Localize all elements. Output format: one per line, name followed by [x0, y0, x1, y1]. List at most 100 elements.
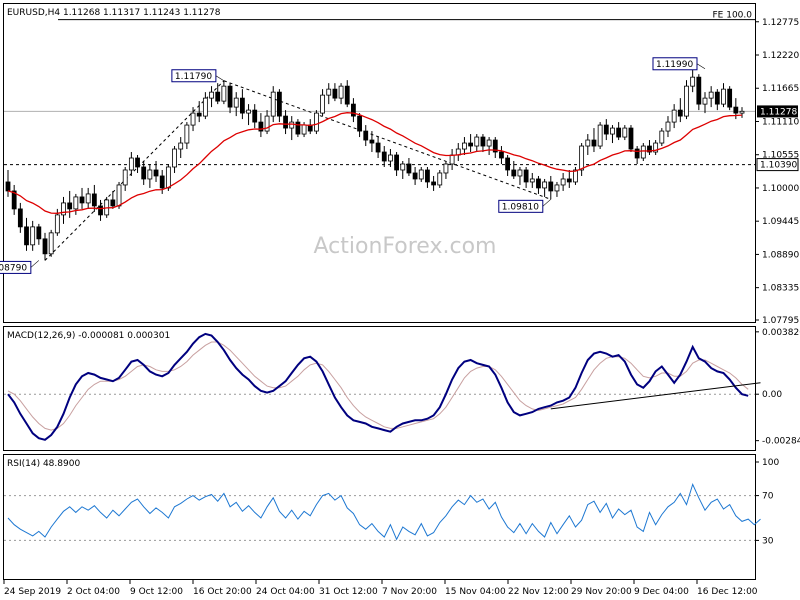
x-tick-label: 9 Dec 04:00 [634, 587, 689, 597]
candle-body [320, 94, 325, 114]
x-tick-label: 15 Nov 04:00 [445, 587, 506, 597]
candle-body [344, 85, 350, 105]
price-tick-label: 1.10000 [762, 184, 799, 194]
candle-body [714, 91, 720, 105]
candle-body [283, 115, 288, 129]
candle-body [36, 226, 42, 240]
candle-body [517, 169, 523, 177]
candle-body [659, 130, 665, 144]
candle-body [301, 124, 307, 135]
watermark: ActionForex.com [314, 234, 497, 259]
candle [573, 166, 578, 185]
candle-body [252, 109, 258, 123]
candle-body [634, 148, 640, 159]
candle [727, 86, 733, 111]
candle-body [591, 139, 597, 147]
candle-body [178, 142, 184, 150]
rsi-tick-label: 30 [762, 536, 774, 546]
candle-body [468, 142, 474, 147]
x-tick-label: 29 Nov 20:00 [571, 587, 632, 597]
candle-body [159, 175, 165, 189]
x-tick-label: 24 Sep 2019 [4, 587, 61, 597]
candle-body [610, 127, 615, 135]
candle-body [98, 205, 103, 216]
candle-body [437, 172, 443, 186]
x-tick-label: 22 Nov 12:00 [508, 587, 569, 597]
candle [597, 122, 603, 150]
price-tick-label: 1.12775 [762, 18, 799, 28]
candle-body [375, 142, 381, 153]
candle-body [406, 163, 412, 174]
rsi-tick-label: 100 [762, 458, 779, 468]
candle-body [110, 199, 116, 207]
price-tick-label: 1.11110 [762, 117, 799, 127]
candle-body [190, 112, 196, 126]
candle [684, 80, 689, 120]
candle-body [542, 181, 548, 189]
candle [295, 119, 301, 138]
candle-body [449, 154, 455, 165]
x-tick-label: 2 Oct 04:00 [67, 587, 120, 597]
candle-body [388, 154, 393, 162]
candle [48, 229, 54, 257]
candle [437, 169, 443, 188]
candle-body [338, 85, 344, 99]
candle-body [616, 127, 622, 138]
candle-body [314, 112, 319, 132]
candle-body [480, 136, 486, 147]
price-tick-label: 1.09445 [762, 217, 799, 227]
candle-body [165, 166, 171, 189]
swing-price-label: 1.11990 [652, 57, 706, 71]
candle-body [5, 181, 11, 192]
rsi-panel-title: RSI(14) 48.8900 [7, 459, 80, 469]
swing-price-label: 1.09810 [498, 199, 551, 213]
candle-body [677, 109, 683, 117]
candle-body [412, 172, 418, 180]
macd-panel-title: MACD(12,26,9) -0.000081 0.000301 [7, 331, 170, 341]
candle-body [684, 85, 689, 117]
candle-body [289, 121, 295, 129]
macd-tick-label: -0.002849 [762, 437, 800, 447]
candle-body [357, 115, 362, 132]
candle-body [48, 232, 54, 255]
candle-body [505, 157, 511, 171]
candle [628, 125, 634, 153]
price-tick-label: 1.12220 [762, 51, 799, 61]
candle-body [67, 202, 73, 210]
candle-body [42, 238, 48, 255]
current-price-tag: 1.11278 [757, 105, 798, 118]
fe-level-label: FE 100.0 [713, 11, 753, 21]
candle-body [566, 178, 572, 183]
candle-body [246, 109, 251, 114]
candle-body [640, 145, 646, 159]
candle-body [184, 124, 190, 144]
swing-price-label: 1.11790 [171, 69, 225, 83]
candle-body [153, 169, 159, 177]
candle-body [511, 169, 517, 177]
candle-body [739, 110, 745, 114]
forex-chart: ActionForex.com FE 100.0 1.08790 1.11790 1.… [0, 0, 800, 600]
candle-body [295, 121, 301, 135]
candle-body [209, 91, 214, 99]
candle-body [536, 178, 541, 189]
x-tick-label: 24 Oct 04:00 [256, 587, 315, 597]
candle-body [721, 88, 726, 105]
candle-body [733, 106, 739, 114]
candle [659, 128, 665, 147]
candle-body [122, 169, 128, 186]
candle-body [554, 184, 560, 192]
candle-body [147, 169, 153, 180]
candle-body [326, 88, 332, 96]
candle-body [17, 208, 23, 228]
candle-body [215, 91, 221, 102]
candle-body [79, 196, 85, 204]
macd-tick-label: 0.00 [762, 390, 782, 400]
candle-body [135, 157, 140, 168]
candle-body [332, 88, 338, 99]
candle-body [91, 193, 97, 207]
x-tick-label: 16 Dec 12:00 [697, 587, 758, 597]
candle-body [351, 103, 356, 117]
price-tick-label: 1.07795 [762, 316, 799, 326]
price-tick-label: 1.08335 [762, 284, 799, 294]
candle-body [665, 121, 671, 132]
